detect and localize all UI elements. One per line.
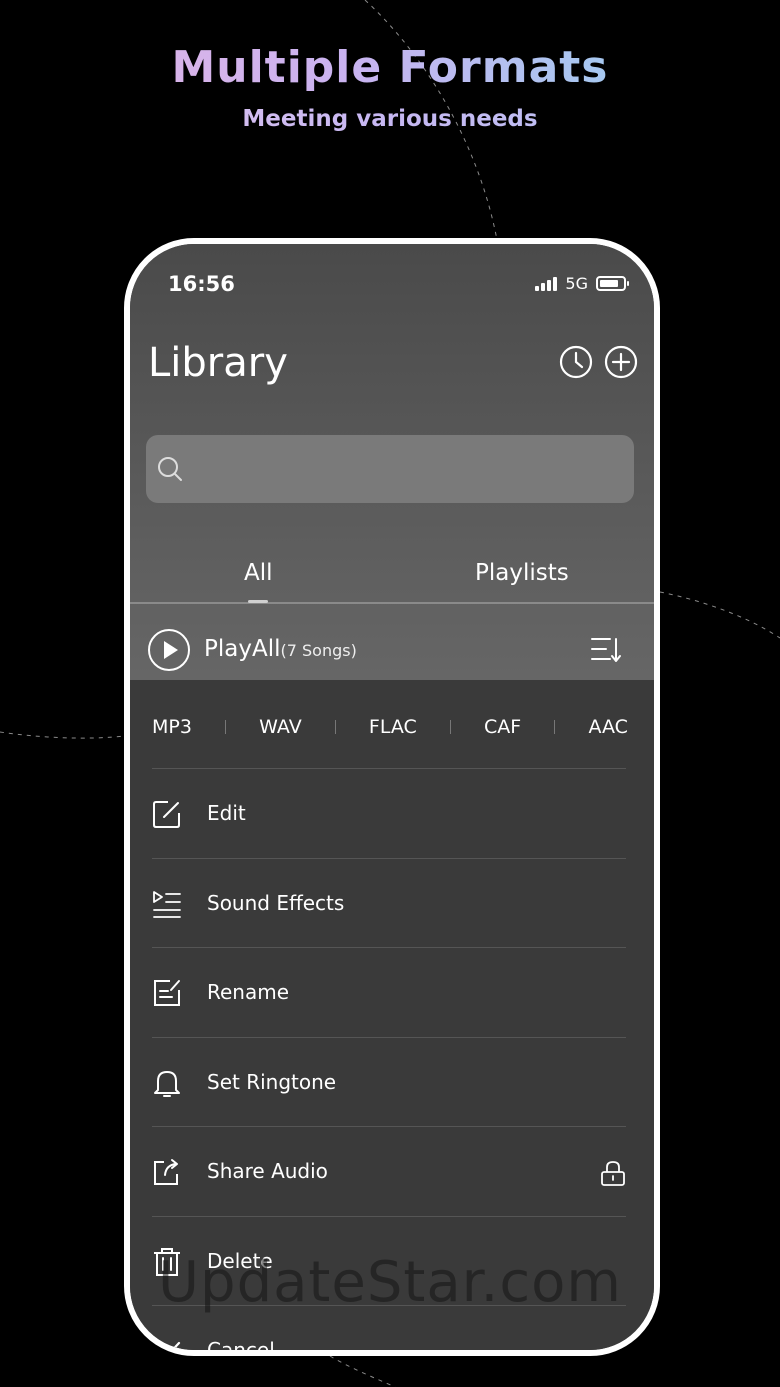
watermark: UpdateStar.com bbox=[158, 1250, 622, 1315]
format-mp3: MP3 bbox=[152, 716, 192, 738]
format-separator bbox=[334, 720, 336, 734]
history-button[interactable] bbox=[558, 344, 594, 380]
phone-frame: 16:56 5G Library All Playlists PlayAll(7… bbox=[124, 238, 660, 1356]
menu-label: Share Audio bbox=[207, 1159, 328, 1183]
rename-icon bbox=[154, 980, 180, 1006]
signal-icon bbox=[535, 276, 558, 291]
menu-item-set-ringtone[interactable]: Set Ringtone bbox=[152, 1036, 626, 1127]
format-wav: WAV bbox=[259, 716, 302, 738]
play-all-row[interactable]: PlayAll(7 Songs) bbox=[130, 606, 654, 680]
menu-item-rename[interactable]: Rename bbox=[152, 947, 626, 1037]
menu-label: Cancel bbox=[207, 1338, 275, 1356]
menu-label: Sound Effects bbox=[207, 890, 345, 915]
format-separator bbox=[225, 720, 227, 734]
format-separator bbox=[554, 720, 556, 734]
search-icon bbox=[158, 457, 182, 481]
status-time: 16:56 bbox=[168, 272, 235, 296]
clock-icon bbox=[559, 345, 593, 379]
sort-icon[interactable] bbox=[590, 636, 622, 664]
share-icon bbox=[154, 1159, 178, 1185]
menu-label: Set Ringtone bbox=[207, 1069, 337, 1094]
play-all-label: PlayAll(7 Songs) bbox=[204, 636, 357, 662]
song-count: (7 Songs) bbox=[280, 641, 357, 660]
format-list: MP3 WAV FLAC CAF AAC bbox=[152, 712, 628, 742]
edit-icon bbox=[153, 801, 180, 828]
play-all-text: PlayAll bbox=[204, 636, 281, 662]
menu-label: Edit bbox=[207, 801, 246, 825]
add-button[interactable] bbox=[603, 344, 639, 380]
format-separator bbox=[449, 720, 451, 734]
battery-icon bbox=[596, 276, 629, 291]
sound-effects-icon bbox=[153, 890, 181, 918]
tab-selected-indicator bbox=[248, 600, 268, 603]
network-type: 5G bbox=[565, 274, 588, 293]
plus-circle-icon bbox=[604, 345, 638, 379]
menu-item-share-audio[interactable]: Share Audio bbox=[152, 1126, 626, 1216]
menu-item-sound-effects[interactable]: Sound Effects bbox=[152, 857, 626, 948]
format-aac: AAC bbox=[588, 716, 628, 738]
format-flac: FLAC bbox=[368, 716, 417, 738]
menu-item-edit[interactable]: Edit bbox=[152, 768, 626, 858]
tab-all[interactable]: All bbox=[244, 560, 273, 586]
format-caf: CAF bbox=[484, 716, 522, 738]
page-title: Library bbox=[148, 340, 288, 386]
menu-label: Rename bbox=[207, 980, 290, 1004]
promo-headline: Multiple Formats bbox=[0, 42, 780, 93]
lock-icon bbox=[601, 1161, 625, 1186]
play-circle-icon[interactable] bbox=[147, 628, 191, 672]
app-screen: 16:56 5G Library All Playlists PlayAll(7… bbox=[130, 244, 654, 1350]
status-icons: 5G bbox=[535, 274, 629, 293]
tab-playlists[interactable]: Playlists bbox=[475, 560, 569, 586]
search-input[interactable] bbox=[146, 435, 634, 503]
bell-icon bbox=[154, 1070, 180, 1097]
tab-bar: All Playlists bbox=[130, 546, 654, 604]
promo-subline: Meeting various needs bbox=[0, 106, 780, 132]
